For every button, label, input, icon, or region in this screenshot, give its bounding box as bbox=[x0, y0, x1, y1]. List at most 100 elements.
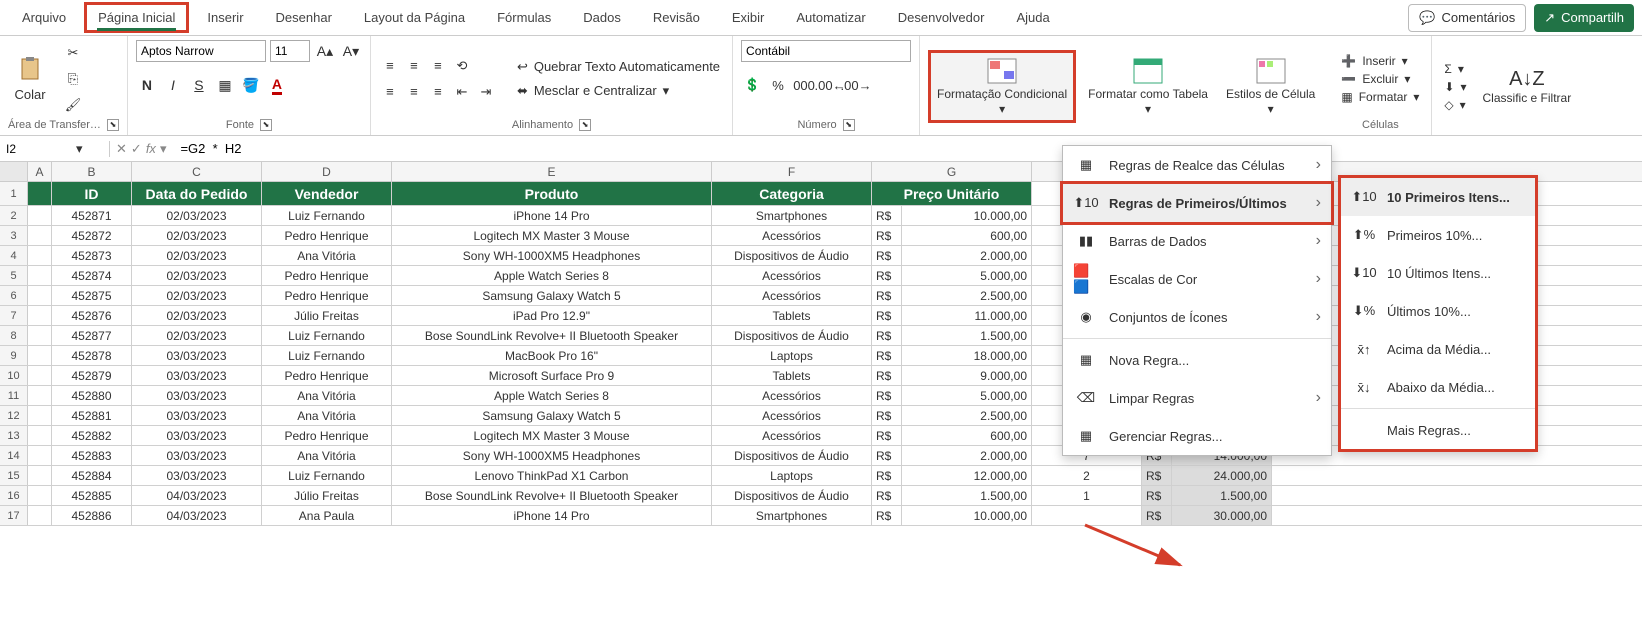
cell[interactable]: MacBook Pro 16" bbox=[392, 346, 712, 365]
cell-styles-button[interactable]: Estilos de Célula ▾ bbox=[1220, 53, 1321, 120]
format-cells-button[interactable]: ▦Formatar ▾ bbox=[1337, 89, 1423, 105]
cell[interactable]: R$ bbox=[872, 446, 902, 465]
cell[interactable]: 1.500,00 bbox=[1172, 486, 1272, 505]
cell[interactable]: 452882 bbox=[52, 426, 132, 445]
bold-button[interactable]: N bbox=[136, 74, 158, 96]
accounting-format-button[interactable]: 💲 bbox=[741, 74, 763, 96]
cell[interactable]: 04/03/2023 bbox=[132, 486, 262, 505]
row-header[interactable]: 10 bbox=[0, 366, 28, 385]
autosum-button[interactable]: Σ▾ bbox=[1440, 61, 1470, 77]
row-header[interactable]: 1 bbox=[0, 182, 28, 205]
select-all-corner[interactable] bbox=[0, 162, 28, 181]
cell[interactable]: 452878 bbox=[52, 346, 132, 365]
cell[interactable] bbox=[28, 386, 52, 405]
align-middle-button[interactable]: ≡ bbox=[403, 55, 425, 77]
cell[interactable]: iPhone 14 Pro bbox=[392, 506, 712, 525]
cell[interactable] bbox=[28, 306, 52, 325]
menu-bottom-10-percent[interactable]: ⬇% Últimos 10%... bbox=[1341, 292, 1535, 330]
cell[interactable]: R$ bbox=[872, 246, 902, 265]
cell[interactable]: 5.000,00 bbox=[902, 266, 1032, 285]
tab-layout[interactable]: Layout da Página bbox=[350, 2, 479, 33]
cell[interactable]: 02/03/2023 bbox=[132, 206, 262, 225]
formula-input[interactable] bbox=[172, 141, 1642, 156]
cell[interactable]: Samsung Galaxy Watch 5 bbox=[392, 406, 712, 425]
menu-manage-rules[interactable]: ▦ Gerenciar Regras... bbox=[1063, 417, 1331, 455]
delete-cells-button[interactable]: ➖Excluir ▾ bbox=[1337, 71, 1423, 87]
cell[interactable] bbox=[28, 226, 52, 245]
menu-bottom-10-items[interactable]: ⬇10 10 Últimos Itens... bbox=[1341, 254, 1535, 292]
header-vendedor[interactable]: Vendedor bbox=[262, 182, 392, 205]
cell[interactable]: iPhone 14 Pro bbox=[392, 206, 712, 225]
cell[interactable]: R$ bbox=[872, 366, 902, 385]
cell[interactable]: 452873 bbox=[52, 246, 132, 265]
cell[interactable]: Pedro Henrique bbox=[262, 266, 392, 285]
cell[interactable]: Ana Vitória bbox=[262, 386, 392, 405]
cell[interactable] bbox=[28, 286, 52, 305]
menu-below-average[interactable]: x̄↓ Abaixo da Média... bbox=[1341, 368, 1535, 406]
row-header[interactable]: 3 bbox=[0, 226, 28, 245]
align-right-button[interactable]: ≡ bbox=[427, 81, 449, 103]
cell[interactable]: Dispositivos de Áudio bbox=[712, 326, 872, 345]
header-produto[interactable]: Produto bbox=[392, 182, 712, 205]
chevron-down-icon[interactable]: ▾ bbox=[160, 141, 167, 157]
cell[interactable]: Acessórios bbox=[712, 426, 872, 445]
cell[interactable]: Pedro Henrique bbox=[262, 426, 392, 445]
tab-desenvolvedor[interactable]: Desenvolvedor bbox=[884, 2, 999, 33]
tab-exibir[interactable]: Exibir bbox=[718, 2, 779, 33]
cell[interactable] bbox=[28, 266, 52, 285]
font-launcher[interactable]: ⬊ bbox=[260, 119, 272, 131]
wrap-text-button[interactable]: ↩ Quebrar Texto Automaticamente bbox=[513, 57, 724, 77]
font-color-button[interactable]: A bbox=[266, 74, 288, 96]
align-center-button[interactable]: ≡ bbox=[403, 81, 425, 103]
cell[interactable] bbox=[28, 486, 52, 505]
cell[interactable] bbox=[28, 506, 52, 525]
cell[interactable]: 03/03/2023 bbox=[132, 426, 262, 445]
cell[interactable]: Microsoft Surface Pro 9 bbox=[392, 366, 712, 385]
cell[interactable]: 12.000,00 bbox=[902, 466, 1032, 485]
align-bottom-button[interactable]: ≡ bbox=[427, 55, 449, 77]
row-header[interactable]: 12 bbox=[0, 406, 28, 425]
decrease-font-button[interactable]: A▾ bbox=[340, 40, 362, 62]
cell[interactable]: Laptops bbox=[712, 346, 872, 365]
cell[interactable]: 452872 bbox=[52, 226, 132, 245]
row-header[interactable]: 8 bbox=[0, 326, 28, 345]
cell[interactable]: R$ bbox=[872, 286, 902, 305]
cell[interactable]: 10.000,00 bbox=[902, 206, 1032, 225]
cell[interactable]: Tablets bbox=[712, 306, 872, 325]
percent-button[interactable]: % bbox=[767, 74, 789, 96]
cell[interactable]: 2 bbox=[1032, 466, 1142, 485]
cut-button[interactable]: ✂ bbox=[62, 42, 84, 64]
cell[interactable] bbox=[28, 346, 52, 365]
cell[interactable]: 2.500,00 bbox=[902, 406, 1032, 425]
cell[interactable] bbox=[28, 466, 52, 485]
cell[interactable]: Sony WH-1000XM5 Headphones bbox=[392, 246, 712, 265]
cell[interactable]: Ana Vitória bbox=[262, 406, 392, 425]
cell[interactable]: 03/03/2023 bbox=[132, 346, 262, 365]
menu-top-bottom-rules[interactable]: ⬆10 Regras de Primeiros/Últimos bbox=[1060, 181, 1334, 225]
cell[interactable]: 03/03/2023 bbox=[132, 366, 262, 385]
cell[interactable]: 5.000,00 bbox=[902, 386, 1032, 405]
cell[interactable]: R$ bbox=[872, 346, 902, 365]
insert-cells-button[interactable]: ➕Inserir ▾ bbox=[1337, 53, 1423, 69]
number-launcher[interactable]: ⬊ bbox=[843, 119, 855, 131]
cell[interactable]: Bose SoundLink Revolve+ II Bluetooth Spe… bbox=[392, 486, 712, 505]
copy-button[interactable]: ⎘ bbox=[62, 68, 84, 90]
header-data[interactable]: Data do Pedido bbox=[132, 182, 262, 205]
cell[interactable]: R$ bbox=[1142, 486, 1172, 505]
sort-filter-button[interactable]: A↓Z Classific e Filtrar bbox=[1477, 63, 1578, 109]
cell[interactable]: Acessórios bbox=[712, 386, 872, 405]
cell[interactable]: Dispositivos de Áudio bbox=[712, 246, 872, 265]
tab-desenhar[interactable]: Desenhar bbox=[262, 2, 346, 33]
menu-new-rule[interactable]: ▦ Nova Regra... bbox=[1063, 341, 1331, 379]
tab-revisao[interactable]: Revisão bbox=[639, 2, 714, 33]
cell[interactable]: 1 bbox=[1032, 486, 1142, 505]
cell[interactable]: 452884 bbox=[52, 466, 132, 485]
cell[interactable]: Pedro Henrique bbox=[262, 366, 392, 385]
cell[interactable]: R$ bbox=[872, 486, 902, 505]
menu-data-bars[interactable]: ▮▮ Barras de Dados bbox=[1063, 222, 1331, 260]
increase-decimal-button[interactable]: .00← bbox=[819, 74, 841, 96]
cell[interactable]: 600,00 bbox=[902, 226, 1032, 245]
cell[interactable]: 24.000,00 bbox=[1172, 466, 1272, 485]
cell[interactable]: R$ bbox=[1142, 466, 1172, 485]
increase-font-button[interactable]: A▴ bbox=[314, 40, 336, 62]
